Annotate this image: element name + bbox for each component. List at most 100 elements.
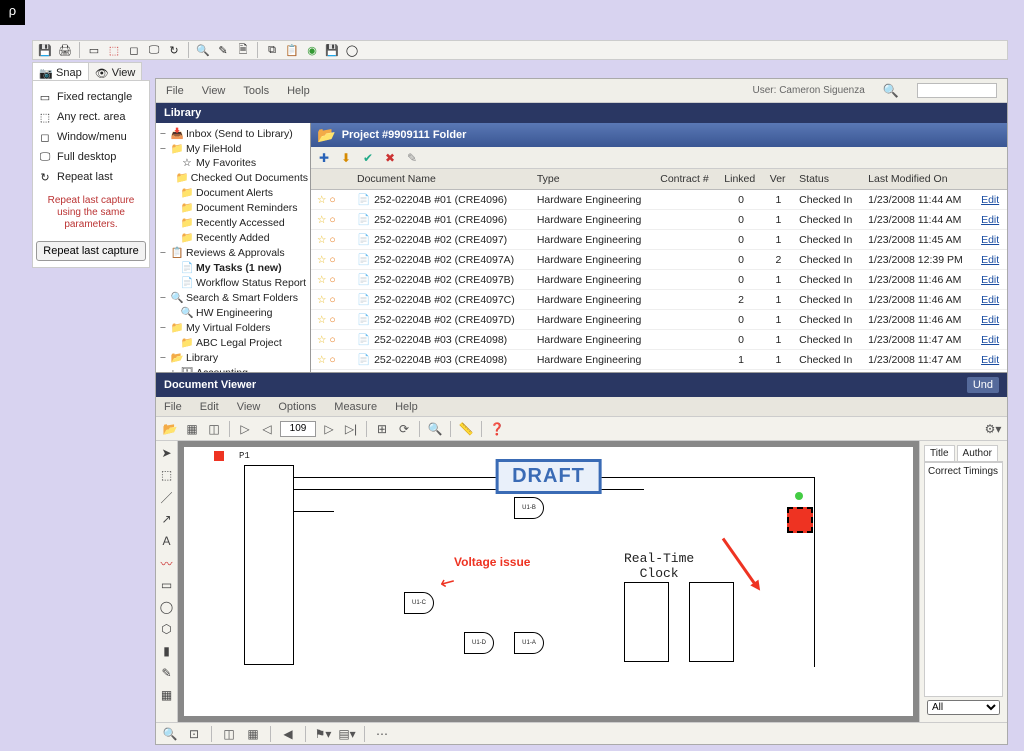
right-tab-author[interactable]: Author — [957, 445, 998, 461]
draft-stamp[interactable]: DRAFT — [495, 459, 602, 494]
favorite-icon[interactable]: ☆ — [317, 194, 326, 206]
annotation-list[interactable]: Correct Timings — [924, 462, 1003, 697]
tree-node[interactable]: 📄My Tasks (1 new) — [156, 260, 310, 275]
expander-icon[interactable]: − — [158, 292, 168, 304]
tree-node[interactable]: 📄Workflow Status Report — [156, 275, 310, 290]
v-next-icon[interactable]: ▷ — [320, 420, 338, 438]
menu-file[interactable]: File — [166, 85, 184, 97]
vb-zoomout-icon[interactable]: 🔍 — [161, 725, 179, 743]
favorite-icon[interactable]: ☆ — [317, 214, 326, 226]
copy-icon[interactable]: ⧉ — [264, 42, 280, 58]
tree-node[interactable]: 📁Document Alerts — [156, 185, 310, 200]
pencil-icon[interactable]: ✎ — [215, 42, 231, 58]
vb-fit-icon[interactable]: ⊡ — [185, 725, 203, 743]
table-row[interactable]: ☆ ○📄252-02204B #02 (CRE4097D)Hardware En… — [311, 310, 1007, 330]
favorite-icon[interactable]: ☆ — [317, 274, 326, 286]
tree-node[interactable]: 🔍HW Engineering — [156, 305, 310, 320]
capture-mode-4[interactable]: ↻Repeat last — [36, 167, 146, 187]
favorite-icon[interactable]: ☆ — [317, 354, 326, 366]
anchor-point-icon[interactable] — [795, 492, 803, 500]
repeat-icon[interactable]: ↻ — [166, 42, 182, 58]
column-header[interactable]: Last Modified On — [862, 169, 975, 190]
column-header[interactable] — [975, 169, 1007, 190]
zoom-icon[interactable]: 🔍 — [195, 42, 211, 58]
column-header[interactable]: Linked — [718, 169, 764, 190]
download-icon[interactable]: ⬇ — [339, 151, 353, 165]
freehand-tool-icon[interactable]: 〰 — [159, 555, 175, 571]
tree-node[interactable]: −📋Reviews & Approvals — [156, 245, 310, 260]
rect-icon[interactable]: ▭ — [86, 42, 102, 58]
poly-tool-icon[interactable]: ⬡ — [159, 621, 175, 637]
line-tool-icon[interactable]: ／ — [159, 489, 175, 505]
vb-prev-icon[interactable]: ◀ — [279, 725, 297, 743]
expander-icon[interactable]: − — [158, 322, 168, 334]
table-row[interactable]: ☆ ○📄252-02204B #02 (CRE4097)Hardware Eng… — [311, 230, 1007, 250]
edit-icon[interactable]: ✎ — [405, 151, 419, 165]
v-settings-icon[interactable]: ⚙▾ — [984, 420, 1002, 438]
filter-all-select[interactable]: All — [927, 700, 1000, 715]
table-row[interactable]: ☆ ○📄252-02204B #02 (CRE4097A)Hardware En… — [311, 250, 1007, 270]
anyrect-icon[interactable]: ⬚ — [106, 42, 122, 58]
tree-node[interactable]: 📁Checked Out Documents — [156, 170, 310, 185]
text-icon[interactable]: 🗎 — [235, 42, 251, 58]
menu-tools[interactable]: Tools — [243, 85, 269, 97]
search-input[interactable] — [917, 83, 997, 98]
v-page-icon[interactable]: ▦ — [183, 420, 201, 438]
v-last-icon[interactable]: ▷| — [342, 420, 360, 438]
v-thumb-icon[interactable]: ◫ — [205, 420, 223, 438]
pointer-tool-icon[interactable]: ➤ — [159, 445, 175, 461]
viewer-canvas[interactable]: P1 DRAFT Voltage issue ↙ Real-TimeClock — [178, 441, 919, 722]
note-tool-icon[interactable]: ✎ — [159, 665, 175, 681]
circle-icon[interactable]: ◯ — [344, 42, 360, 58]
capture-mode-1[interactable]: ⬚Any rect. area — [36, 107, 146, 127]
tree-node[interactable]: 📁Recently Added — [156, 230, 310, 245]
edit-link[interactable]: Edit — [981, 294, 999, 306]
favorite-icon[interactable]: ☆ — [317, 314, 326, 326]
table-row[interactable]: ☆ ○📄252-02204B #01 (CRE4096)Hardware Eng… — [311, 190, 1007, 210]
v-rotate-icon[interactable]: ⟳ — [395, 420, 413, 438]
vmenu-measure[interactable]: Measure — [334, 401, 377, 413]
vb-more-icon[interactable]: ⋯ — [373, 725, 391, 743]
save-icon[interactable]: 💾 — [37, 42, 53, 58]
table-row[interactable]: ☆ ○📄252-02204B #04 (CRE4099)Hardware Eng… — [311, 370, 1007, 373]
column-header[interactable]: Document Name — [351, 169, 531, 190]
v-play-icon[interactable]: ▷ — [236, 420, 254, 438]
expander-icon[interactable]: − — [158, 128, 168, 140]
capture-mode-2[interactable]: ◻Window/menu — [36, 127, 146, 147]
desktop-icon[interactable]: 🖵 — [146, 42, 162, 58]
library-tree[interactable]: −📥Inbox (Send to Library)−📁My FileHold☆M… — [156, 123, 311, 372]
vmenu-options[interactable]: Options — [278, 401, 316, 413]
favorite-icon[interactable]: ☆ — [317, 334, 326, 346]
expander-icon[interactable]: − — [158, 143, 168, 155]
column-header[interactable]: Ver — [764, 169, 793, 190]
disk-icon[interactable]: 💾 — [324, 42, 340, 58]
vb-flag-icon[interactable]: ⚑▾ — [314, 725, 332, 743]
undo-button[interactable]: Und — [967, 377, 999, 393]
highlight-tool-icon[interactable]: ▮ — [159, 643, 175, 659]
v-zoom-icon[interactable]: 🔍 — [426, 420, 444, 438]
check-icon[interactable]: ✔ — [361, 151, 375, 165]
edit-link[interactable]: Edit — [981, 354, 999, 366]
search-icon[interactable]: 🔍 — [883, 83, 899, 99]
tree-node[interactable]: −📂Library — [156, 350, 310, 365]
text-tool-icon[interactable]: A — [159, 533, 175, 549]
stamp-tool-icon[interactable]: ▦ — [159, 687, 175, 703]
edit-link[interactable]: Edit — [981, 194, 999, 206]
edit-link[interactable]: Edit — [981, 234, 999, 246]
vb-crop-icon[interactable]: ◫ — [220, 725, 238, 743]
print-icon[interactable]: 🖨 — [57, 42, 73, 58]
edit-link[interactable]: Edit — [981, 274, 999, 286]
edit-link[interactable]: Edit — [981, 334, 999, 346]
page-input[interactable] — [280, 421, 316, 437]
tree-node[interactable]: −📥Inbox (Send to Library) — [156, 126, 310, 141]
tree-node[interactable]: 📁Document Reminders — [156, 200, 310, 215]
voltage-issue-annotation[interactable]: Voltage issue — [454, 555, 530, 569]
tree-node[interactable]: +🗄Accounting — [156, 365, 310, 372]
tree-node[interactable]: 📁Recently Accessed — [156, 215, 310, 230]
expander-icon[interactable]: − — [158, 247, 168, 259]
selection-handle-icon[interactable] — [214, 451, 224, 461]
ellipse-tool-icon[interactable]: ◯ — [159, 599, 175, 615]
table-row[interactable]: ☆ ○📄252-02204B #03 (CRE4098)Hardware Eng… — [311, 330, 1007, 350]
menu-help[interactable]: Help — [287, 85, 310, 97]
window-icon[interactable]: ◻ — [126, 42, 142, 58]
